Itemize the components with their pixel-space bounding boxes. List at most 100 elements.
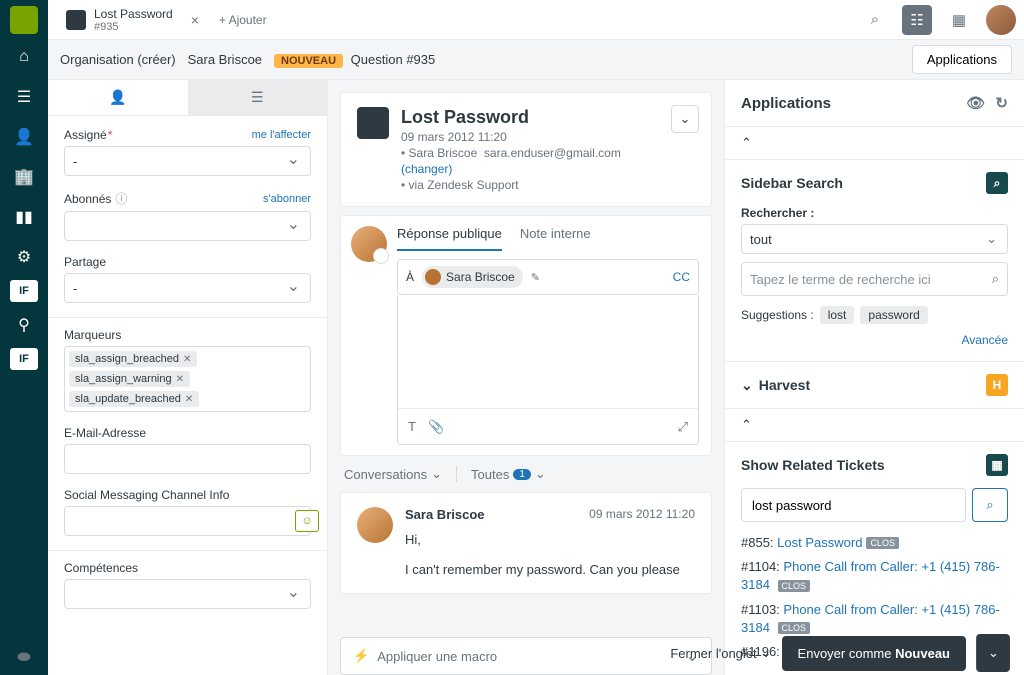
left-tab-user[interactable]: 👤 xyxy=(48,80,188,115)
social-field[interactable] xyxy=(64,506,311,536)
if-icon-2[interactable]: IF xyxy=(10,348,38,370)
search-label: Rechercher : xyxy=(741,206,1008,220)
apps-header: Applications xyxy=(741,95,831,112)
footer: Fermer l'onglet ⌄ Envoyer comme Nouveau … xyxy=(656,631,1024,675)
related-icon: ▦ xyxy=(986,454,1008,476)
collapse-toggle[interactable]: ⌃ xyxy=(725,409,1024,441)
bc-org[interactable]: Organisation (créer) xyxy=(60,52,176,67)
email-field[interactable] xyxy=(64,444,311,474)
eye-icon[interactable]: 👁 xyxy=(966,94,985,112)
zendesk-icon[interactable]: ⬬ xyxy=(7,641,41,675)
org-icon[interactable]: 🏢 xyxy=(7,160,41,194)
related-search-input[interactable] xyxy=(741,488,966,522)
tags-input[interactable]: sla_assign_breached✕ sla_assign_warning✕… xyxy=(64,346,311,412)
competences-label: Compétences xyxy=(64,561,311,575)
edit-icon[interactable]: ✎ xyxy=(531,271,540,284)
reports-icon[interactable]: ▮▮ xyxy=(7,200,41,234)
settings-icon[interactable]: ⚙ xyxy=(7,240,41,274)
related-ticket[interactable]: #855: Lost PasswordCLOS xyxy=(741,534,1008,552)
if-icon-1[interactable]: IF xyxy=(10,280,38,302)
add-tab[interactable]: + Ajouter xyxy=(209,13,277,27)
ticket-user: Sara Briscoe xyxy=(409,146,478,160)
ticket-title: Lost Password xyxy=(401,107,621,128)
views-icon[interactable]: ☰ xyxy=(7,80,41,114)
topbar: Lost Password #935 × + Ajouter ⌕ ☷ ▦ xyxy=(48,0,1024,40)
logo-icon[interactable] xyxy=(10,6,38,34)
tag-remove-icon[interactable]: ✕ xyxy=(176,374,184,385)
format-icon[interactable]: T xyxy=(408,419,416,434)
advanced-link[interactable]: Avancée xyxy=(962,333,1008,347)
chip[interactable]: lost xyxy=(820,306,855,324)
related-title: Show Related Tickets xyxy=(741,457,885,473)
related-search-button[interactable]: ⌕ xyxy=(972,488,1008,522)
avatar[interactable] xyxy=(986,5,1016,35)
ticket-date: 09 mars 2012 11:20 xyxy=(401,130,621,144)
palm-icon[interactable]: ⚲ xyxy=(7,308,41,342)
collapse-toggle[interactable]: ⌃ xyxy=(725,127,1024,159)
followers-label: Abonnés xyxy=(64,192,111,206)
ticket-header: ⌄ Lost Password 09 mars 2012 11:20 • Sar… xyxy=(340,92,712,207)
tab-sub: #935 xyxy=(94,21,173,33)
message: Sara Briscoe 09 mars 2012 11:20 Hi, I ca… xyxy=(340,492,712,594)
tab-title: Lost Password xyxy=(94,7,173,21)
change-link[interactable]: (changer) xyxy=(401,162,452,176)
nav-rail: ⌂ ☰ 👤 🏢 ▮▮ ⚙ IF ⚲ IF ⬬ xyxy=(0,0,48,675)
suggestions-label: Suggestions : xyxy=(741,308,814,322)
search-icon[interactable]: ⌕ xyxy=(992,271,999,287)
left-panel: 👤 ☰ Assigné*me l'affecter - Abonnés ⓘs'a… xyxy=(48,80,328,675)
applications-button[interactable]: Applications xyxy=(912,45,1012,74)
to-label: À xyxy=(406,270,414,284)
tag-remove-icon[interactable]: ✕ xyxy=(185,394,193,405)
msg-avatar xyxy=(357,507,393,543)
subscribe-link[interactable]: s'abonner xyxy=(263,193,311,205)
tag: sla_update_breached✕ xyxy=(69,391,199,407)
left-tab-ticket[interactable]: ☰ xyxy=(188,80,328,115)
bc-ticket[interactable]: Question #935 xyxy=(351,52,436,67)
tab-internal-note[interactable]: Note interne xyxy=(520,226,591,251)
refresh-icon[interactable]: ↻ xyxy=(995,94,1008,112)
submit-button[interactable]: Envoyer comme Nouveau xyxy=(782,636,966,671)
search-input[interactable]: Tapez le terme de recherche ici ⌕ xyxy=(741,262,1008,296)
search-icon[interactable]: ⌕ xyxy=(860,5,890,35)
tag: sla_assign_warning✕ xyxy=(69,371,190,387)
social-label: Social Messaging Channel Info xyxy=(64,488,311,502)
ticket-actions-button[interactable]: ⌄ xyxy=(671,105,699,133)
float-widget-icon[interactable]: ☺ xyxy=(295,510,319,532)
compose-box: Réponse publique Note interne À Sara Bri… xyxy=(340,215,712,456)
submit-dropdown[interactable]: ⌄ xyxy=(976,634,1010,672)
apps-grid-icon[interactable]: ▦ xyxy=(944,5,974,35)
assignee-select[interactable]: - xyxy=(64,146,311,176)
close-icon[interactable]: × xyxy=(191,12,199,28)
center-panel: ⌄ Lost Password 09 mars 2012 11:20 • Sar… xyxy=(328,80,724,675)
compose-textarea[interactable]: T 📎 ⤢ xyxy=(397,295,699,445)
followers-select[interactable] xyxy=(64,211,311,241)
customers-icon[interactable]: 👤 xyxy=(7,120,41,154)
compose-avatar xyxy=(351,226,387,262)
attach-icon[interactable]: 📎 xyxy=(428,419,444,435)
all-dropdown[interactable]: Toutes 1 ⌄ xyxy=(471,466,546,482)
chat-icon[interactable]: ☷ xyxy=(902,5,932,35)
right-panel: Applications 👁 ↻ ⌃ Sidebar Search ⌕ Re xyxy=(724,80,1024,675)
ticket-icon xyxy=(66,10,86,30)
chip[interactable]: password xyxy=(860,306,927,324)
harvest-toggle[interactable]: ⌄ Harvest H xyxy=(725,362,1024,408)
tags-label: Marqueurs xyxy=(64,328,311,342)
cc-button[interactable]: CC xyxy=(673,270,690,284)
recipient-chip[interactable]: Sara Briscoe xyxy=(422,266,523,288)
email-label: E-Mail-Adresse xyxy=(64,426,311,440)
tab-ticket[interactable]: Lost Password #935 × xyxy=(56,0,209,39)
close-tab-button[interactable]: Fermer l'onglet ⌄ xyxy=(670,645,771,661)
share-select[interactable]: - xyxy=(64,273,311,303)
conversations-dropdown[interactable]: Conversations ⌄ xyxy=(344,466,442,482)
competences-select[interactable] xyxy=(64,579,311,609)
bc-user[interactable]: Sara Briscoe xyxy=(188,52,262,67)
home-icon[interactable]: ⌂ xyxy=(7,40,41,74)
expand-icon[interactable]: ⤢ xyxy=(678,419,688,435)
related-ticket[interactable]: #1104: Phone Call from Caller: +1 (415) … xyxy=(741,558,1008,594)
harvest-icon: H xyxy=(986,374,1008,396)
tag-remove-icon[interactable]: ✕ xyxy=(183,354,191,365)
channel-icon xyxy=(357,107,389,139)
tab-public-reply[interactable]: Réponse publique xyxy=(397,226,502,251)
assign-me-link[interactable]: me l'affecter xyxy=(252,129,311,141)
search-scope-select[interactable]: tout xyxy=(741,224,1008,254)
